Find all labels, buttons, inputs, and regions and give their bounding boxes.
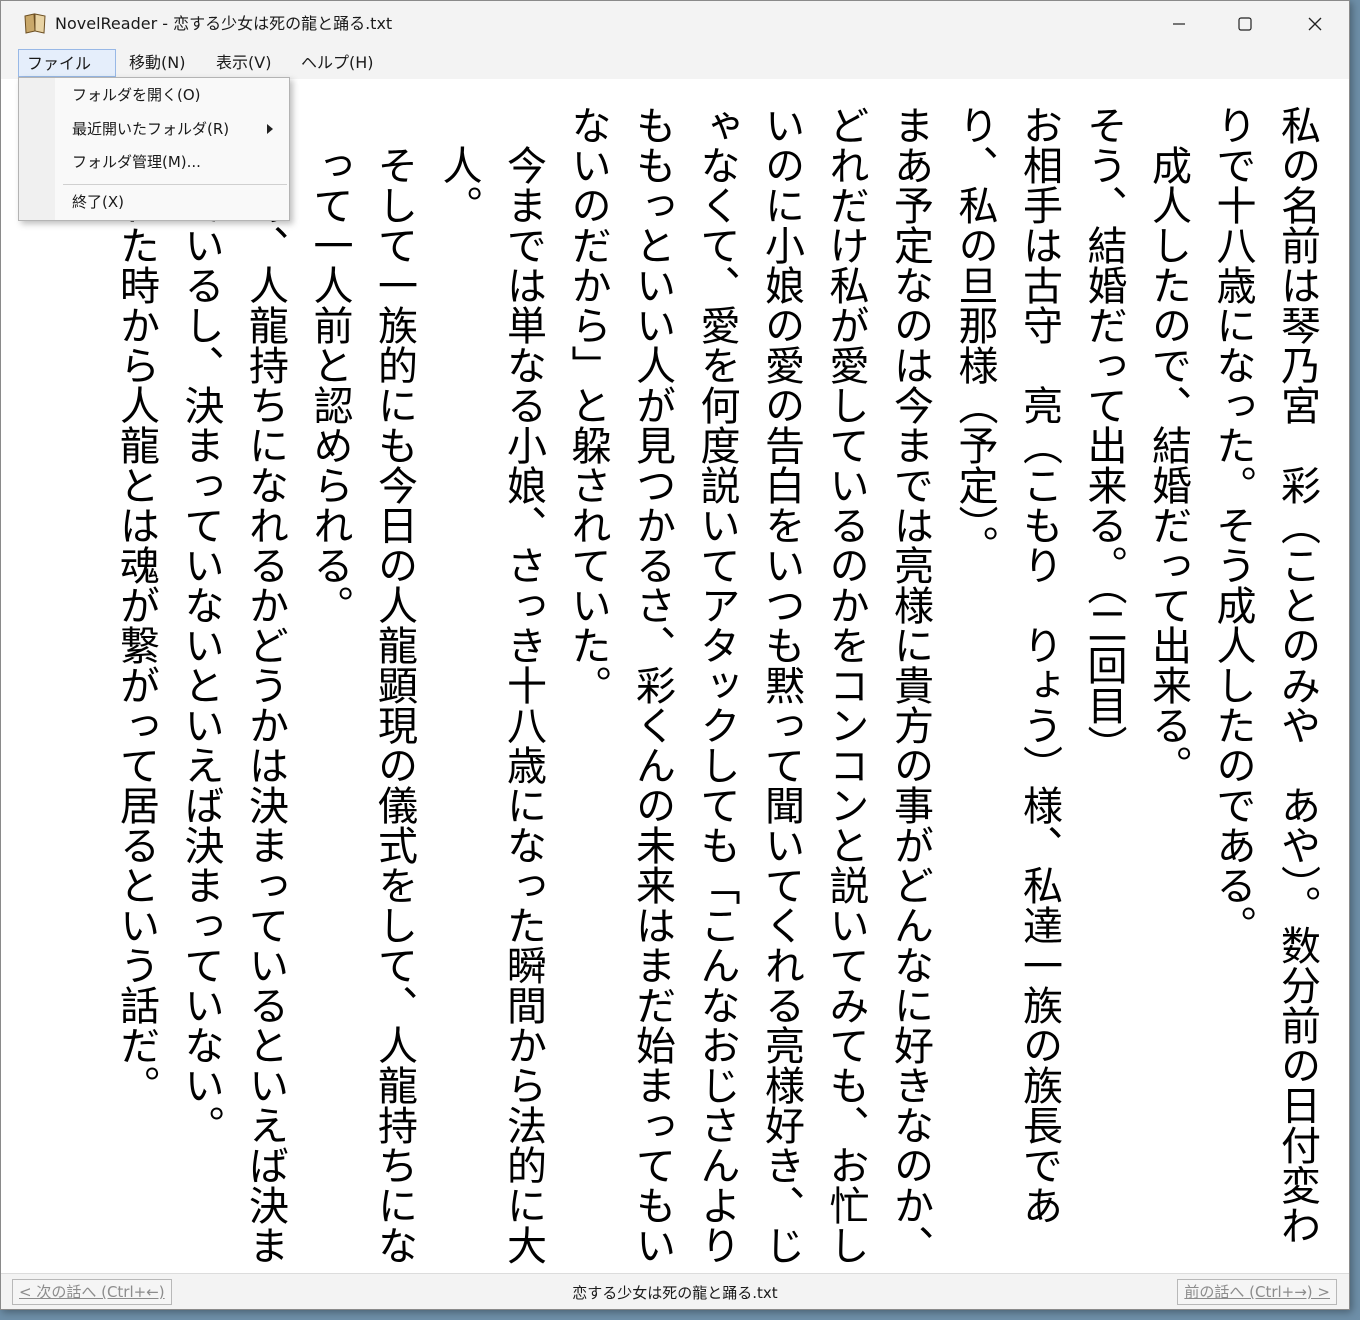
menu-gutter (19, 78, 55, 220)
paragraph: 今までは単なる小娘、さっき十八歳になった瞬間から法的に大人。 (435, 145, 547, 1265)
maximize-button[interactable] (1211, 1, 1279, 47)
menu-view[interactable]: 表示(V) (208, 49, 279, 77)
menu-navigate[interactable]: 移動(N) (121, 49, 193, 77)
close-icon (1308, 17, 1322, 31)
submenu-arrow-icon (267, 124, 273, 134)
paragraph: お相手は古守 亮（こもり りょう）様、私達一族の族長であり、私の旦那様（予定）。 (951, 105, 1063, 1225)
paragraph: まあ予定なのは今までは亮様に貴方の事がどんなに好きなのか、どれだけ私が愛している… (564, 105, 934, 1265)
window-title: NovelReader - 恋する少女は死の龍と踊る.txt (55, 14, 393, 33)
paragraph: まあ、人龍持ちになれるかどうかは決まっているといえば決まっているし、決まっていな… (177, 145, 289, 1265)
novel-text: 私の名前は琴乃宮 彩（ことのみや あや）。数分前の日付変わりで十八歳になった。そ… (104, 105, 1330, 1273)
menu-file[interactable]: ファイル(F) (18, 49, 116, 101)
book-icon (23, 12, 47, 34)
menu-open-folder[interactable]: フォルダを開く(O) (72, 81, 201, 109)
menu-separator (63, 184, 287, 185)
close-button[interactable] (1281, 1, 1349, 47)
menu-manage-folders[interactable]: フォルダ管理(M)... (72, 148, 201, 176)
paragraph: 成人したので、結婚だって出来る。 (1145, 145, 1191, 785)
previous-chapter-button[interactable]: 前の話へ (Ctrl+→) > (1177, 1279, 1337, 1305)
minimize-button[interactable] (1145, 1, 1213, 47)
paragraph: 生まれた時から人龍とは魂が繋がって居るという話だ。 (113, 105, 159, 1105)
status-bar: 恋する少女は死の龍と踊る.txt < 次の話へ (Ctrl+←) 前の話へ (C… (1, 1273, 1349, 1309)
file-menu-dropdown: フォルダを開く(O) 最近開いたフォルダ(R) フォルダ管理(M)... 終了(… (18, 77, 290, 221)
app-window: NovelReader - 恋する少女は死の龍と踊る.txt ファイル(F) 移… (0, 0, 1350, 1310)
paragraph: そう、結婚だって出来る。（二回目） (1080, 105, 1127, 765)
current-file-name: 恋する少女は死の龍と踊る.txt (572, 1284, 778, 1302)
reading-pane[interactable]: 私の名前は琴乃宮 彩（ことのみや あや）。数分前の日付変わりで十八歳になった。そ… (1, 79, 1349, 1273)
menu-help[interactable]: ヘルプ(H) (293, 49, 382, 77)
menu-exit[interactable]: 終了(X) (72, 188, 124, 216)
maximize-icon (1238, 17, 1252, 31)
paragraph: 私の名前は琴乃宮 彩（ことのみや あや）。数分前の日付変わりで十八歳になった。そ… (1209, 105, 1321, 1245)
title-bar[interactable]: NovelReader - 恋する少女は死の龍と踊る.txt (1, 1, 1349, 47)
minimize-icon (1173, 23, 1185, 25)
menu-recent-folders[interactable]: 最近開いたフォルダ(R) (72, 115, 229, 143)
menu-bar: ファイル(F) 移動(N) 表示(V) ヘルプ(H) (1, 47, 1349, 101)
paragraph: そして一族的にも今日の人龍顕現の儀式をして、人龍持ちになって一人前と認められる。 (306, 145, 418, 1265)
next-chapter-button[interactable]: < 次の話へ (Ctrl+←) (12, 1279, 172, 1305)
